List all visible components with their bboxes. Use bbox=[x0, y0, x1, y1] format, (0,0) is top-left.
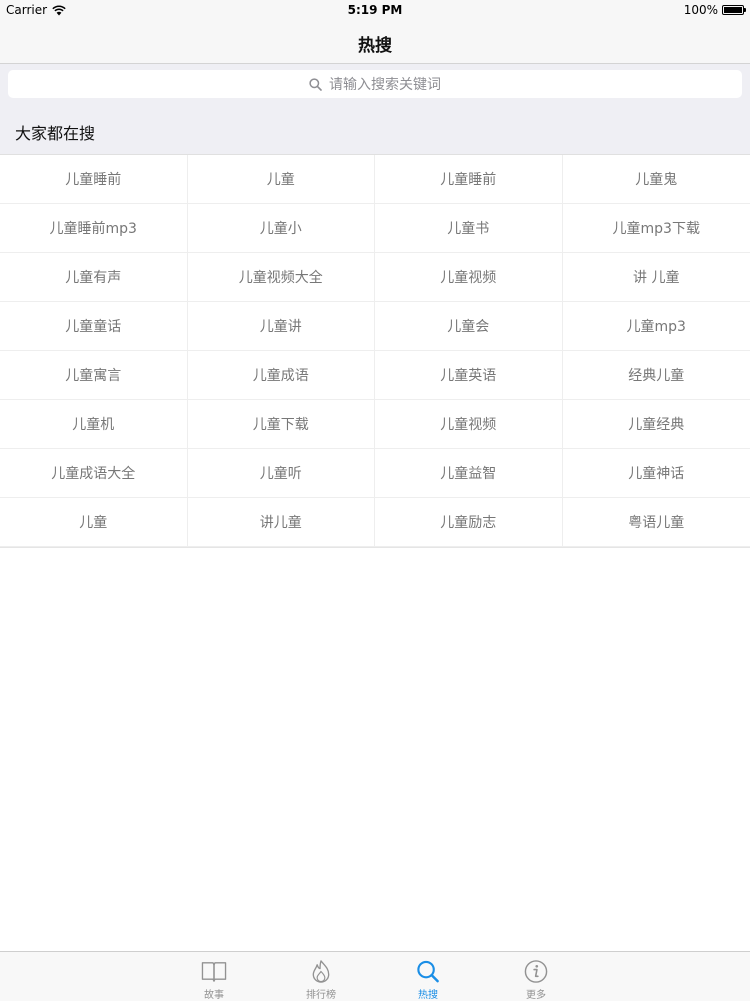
status-right: 100% bbox=[684, 3, 744, 17]
tab-more[interactable]: 更多 bbox=[506, 952, 566, 1001]
search-icon bbox=[309, 78, 322, 91]
status-bar: Carrier 5:19 PM 100% bbox=[0, 0, 750, 22]
keyword-cell[interactable]: 儿童神话 bbox=[563, 449, 750, 498]
keyword-cell[interactable]: 儿童童话 bbox=[0, 302, 188, 351]
search-placeholder: 请输入搜索关键词 bbox=[329, 74, 441, 94]
flame-icon bbox=[307, 959, 335, 984]
battery-fill bbox=[724, 7, 742, 13]
book-icon bbox=[200, 959, 228, 984]
search-bar-container: 请输入搜索关键词 bbox=[0, 64, 750, 104]
keyword-cell[interactable]: 儿童讲 bbox=[188, 302, 376, 351]
section-header: 大家都在搜 bbox=[0, 104, 750, 155]
keyword-cell[interactable]: 儿童视频 bbox=[375, 400, 563, 449]
info-icon bbox=[522, 959, 550, 984]
search-icon bbox=[414, 959, 442, 984]
tab-bar: 故事 排行榜 热搜 更多 bbox=[0, 951, 750, 1001]
status-time: 5:19 PM bbox=[0, 3, 750, 17]
keyword-cell[interactable]: 儿童成语大全 bbox=[0, 449, 188, 498]
keyword-cell[interactable]: 儿童睡前mp3 bbox=[0, 204, 188, 253]
tab-stories[interactable]: 故事 bbox=[184, 952, 244, 1001]
keyword-cell[interactable]: 儿童睡前 bbox=[0, 155, 188, 204]
keyword-cell[interactable]: 儿童会 bbox=[375, 302, 563, 351]
keyword-cell[interactable]: 儿童书 bbox=[375, 204, 563, 253]
keyword-cell[interactable]: 经典儿童 bbox=[563, 351, 750, 400]
tab-more-label: 更多 bbox=[526, 986, 546, 1001]
keyword-cell[interactable]: 儿童有声 bbox=[0, 253, 188, 302]
keyword-cell[interactable]: 儿童 bbox=[188, 155, 376, 204]
keyword-cell[interactable]: 儿童英语 bbox=[375, 351, 563, 400]
tab-hot-search-label: 热搜 bbox=[418, 986, 438, 1001]
keyword-cell[interactable]: 儿童鬼 bbox=[563, 155, 750, 204]
keyword-cell[interactable]: 儿童mp3 bbox=[563, 302, 750, 351]
keyword-cell[interactable]: 讲 儿童 bbox=[563, 253, 750, 302]
tab-hot-search[interactable]: 热搜 bbox=[398, 952, 458, 1001]
keyword-cell[interactable]: 儿童mp3下载 bbox=[563, 204, 750, 253]
tab-ranking-label: 排行榜 bbox=[306, 986, 336, 1001]
keyword-cell[interactable]: 儿童听 bbox=[188, 449, 376, 498]
keyword-cell[interactable]: 粤语儿童 bbox=[563, 498, 750, 547]
section-title: 大家都在搜 bbox=[15, 120, 95, 144]
battery-icon bbox=[722, 5, 744, 15]
keyword-cell[interactable]: 儿童成语 bbox=[188, 351, 376, 400]
search-input[interactable]: 请输入搜索关键词 bbox=[8, 70, 742, 98]
navigation-bar: 热搜 bbox=[0, 22, 750, 64]
keyword-cell[interactable]: 儿童视频 bbox=[375, 253, 563, 302]
keyword-cell[interactable]: 儿童机 bbox=[0, 400, 188, 449]
battery-percent: 100% bbox=[684, 3, 718, 17]
keyword-cell[interactable]: 儿童寓言 bbox=[0, 351, 188, 400]
keyword-cell[interactable]: 儿童励志 bbox=[375, 498, 563, 547]
keyword-cell[interactable]: 儿童 bbox=[0, 498, 188, 547]
tab-stories-label: 故事 bbox=[204, 986, 224, 1001]
keyword-cell[interactable]: 儿童经典 bbox=[563, 400, 750, 449]
keyword-cell[interactable]: 儿童小 bbox=[188, 204, 376, 253]
page-title: 热搜 bbox=[0, 31, 750, 56]
tab-ranking[interactable]: 排行榜 bbox=[291, 952, 351, 1001]
keyword-cell[interactable]: 儿童视频大全 bbox=[188, 253, 376, 302]
keyword-cell[interactable]: 儿童下载 bbox=[188, 400, 376, 449]
keyword-cell[interactable]: 儿童益智 bbox=[375, 449, 563, 498]
hot-search-grid: 儿童睡前儿童儿童睡前儿童鬼儿童睡前mp3儿童小儿童书儿童mp3下载儿童有声儿童视… bbox=[0, 155, 750, 548]
keyword-cell[interactable]: 讲儿童 bbox=[188, 498, 376, 547]
keyword-cell[interactable]: 儿童睡前 bbox=[375, 155, 563, 204]
